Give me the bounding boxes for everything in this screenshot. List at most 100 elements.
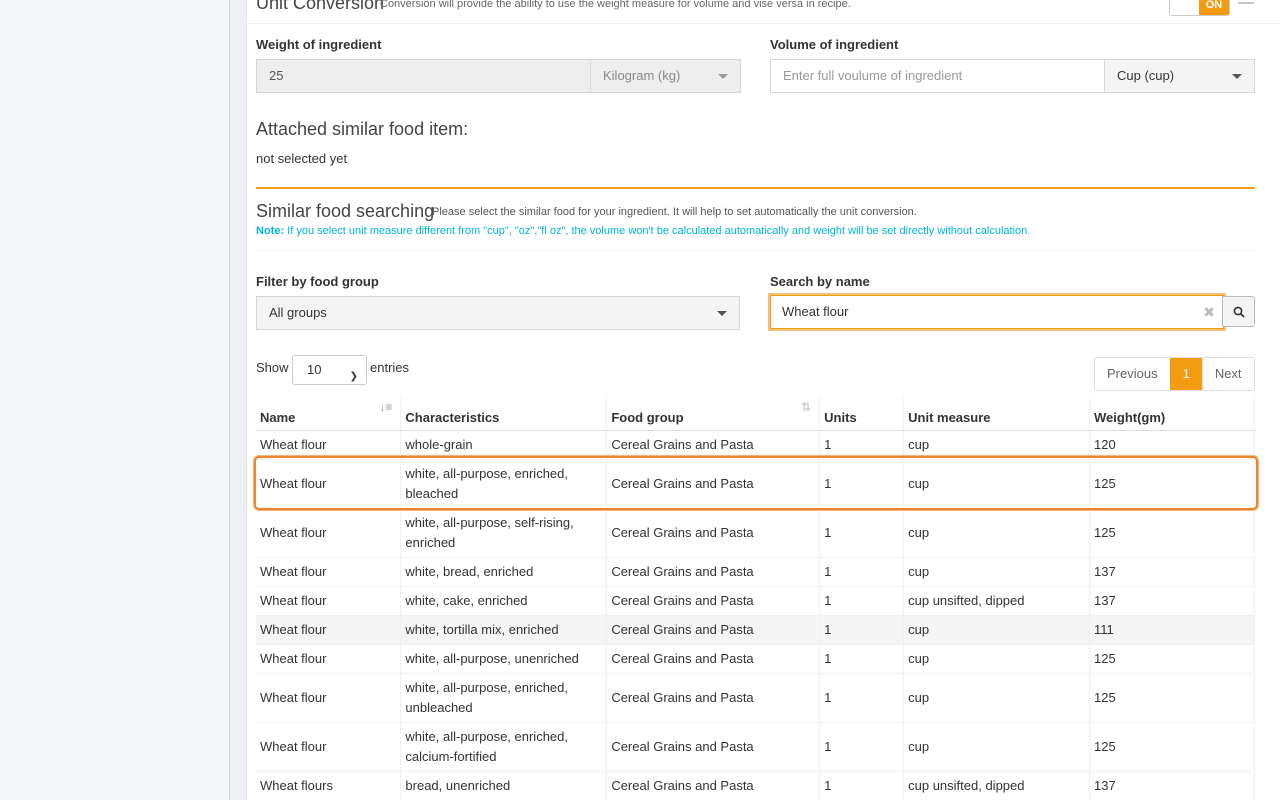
- unit-conversion-subtitle: Conversion will provide the ability to u…: [380, 0, 851, 10]
- search-icon: [1233, 306, 1245, 318]
- chevron-down-icon: [718, 74, 728, 79]
- cell-name: Wheat flours: [256, 770, 402, 800]
- cell-unit-measure: cup: [903, 556, 1091, 586]
- cell-characteristics: white, all-purpose, enriched, bleached: [400, 458, 608, 508]
- volume-unit-value: Cup (cup): [1117, 68, 1175, 83]
- cell-unit-measure: cup: [903, 507, 1091, 557]
- table-row[interactable]: Wheat flour white, all-purpose, enriched,…: [256, 721, 1255, 771]
- column-label: Characteristics: [405, 409, 500, 425]
- column-header-unit-measure[interactable]: Unit measure: [903, 398, 1091, 431]
- cell-name: Wheat flour: [256, 643, 402, 673]
- table-row[interactable]: Wheat flour white, bread, enriched Cereal …: [256, 556, 1255, 586]
- cell-name: Wheat flour: [256, 585, 402, 615]
- cell-units: 1: [819, 507, 905, 557]
- table-row[interactable]: Wheat flour whole-grain Cereal Grains and …: [256, 429, 1255, 459]
- column-header-units[interactable]: Units: [819, 398, 905, 431]
- cell-food-group: Cereal Grains and Pasta: [606, 458, 821, 508]
- cell-food-group: Cereal Grains and Pasta: [606, 672, 821, 722]
- page-1-button[interactable]: 1: [1169, 358, 1202, 390]
- entries-select[interactable]: 10 ❯: [292, 355, 367, 385]
- table-row[interactable]: Wheat flour white, all-purpose, self-risi…: [256, 507, 1255, 557]
- unit-conversion-toggle[interactable]: ON: [1169, 0, 1230, 16]
- similar-hint: Please select the similar food for your …: [432, 206, 917, 218]
- search-button[interactable]: [1222, 296, 1255, 327]
- cell-name: Wheat flour: [256, 672, 402, 722]
- cell-unit-measure: cup: [903, 458, 1091, 508]
- cell-food-group: Cereal Grains and Pasta: [606, 429, 821, 459]
- similar-note: Note: If you select unit measure differe…: [256, 225, 1030, 237]
- column-label: Weight(gm): [1094, 409, 1166, 425]
- similar-food-table: Name ↓≡ Characteristics Food group ⇅ Units…: [256, 398, 1255, 800]
- table-row[interactable]: Wheat flour white, tortilla mix, enriched…: [256, 614, 1255, 644]
- cell-characteristics: white, all-purpose, self-rising, enriche…: [400, 507, 608, 557]
- cell-food-group: Cereal Grains and Pasta: [606, 556, 821, 586]
- cell-unit-measure: cup: [903, 429, 1091, 459]
- cell-characteristics: white, all-purpose, unenriched: [400, 643, 608, 673]
- cell-food-group: Cereal Grains and Pasta: [606, 585, 821, 615]
- divider: [246, 23, 1280, 24]
- weight-input[interactable]: 25: [256, 59, 591, 93]
- cell-weight: 111: [1089, 614, 1255, 644]
- table-row[interactable]: Wheat flour white, all-purpose, unenriche…: [256, 643, 1255, 673]
- cell-weight: 137: [1089, 556, 1255, 586]
- cell-name: Wheat flour: [256, 458, 402, 508]
- note-text: If you select unit measure different fro…: [287, 225, 1031, 237]
- weight-unit-value: Kilogram (kg): [603, 68, 681, 83]
- cell-characteristics: white, all-purpose, enriched, unbleached: [400, 672, 608, 722]
- column-label: Units: [824, 409, 857, 425]
- left-sidebar: [0, 0, 230, 800]
- cell-weight: 137: [1089, 585, 1255, 615]
- chevron-down-icon: ❯: [349, 371, 358, 382]
- cell-unit-measure: cup unsifted, dipped: [903, 770, 1091, 800]
- column-label: Name: [260, 409, 296, 425]
- cell-characteristics: whole-grain: [400, 429, 608, 459]
- next-button[interactable]: Next: [1201, 358, 1254, 390]
- cell-weight: 120: [1089, 429, 1255, 459]
- cell-food-group: Cereal Grains and Pasta: [606, 770, 821, 800]
- cell-units: 1: [819, 672, 905, 722]
- cell-food-group: Cereal Grains and Pasta: [606, 614, 821, 644]
- cell-weight: 125: [1089, 643, 1255, 673]
- table-row[interactable]: Wheat flours bread, unenriched Cereal Grai…: [256, 770, 1255, 800]
- column-header-weight[interactable]: Weight(gm): [1089, 398, 1255, 431]
- volume-unit-select[interactable]: Cup (cup): [1104, 59, 1255, 93]
- unit-conversion-title: Unit Conversion: [256, 0, 385, 13]
- food-group-value: All groups: [269, 305, 327, 320]
- cell-name: Wheat flour: [256, 721, 402, 771]
- table-row[interactable]: Wheat flour white, all-purpose, enriched,…: [256, 458, 1255, 508]
- weight-unit-select[interactable]: Kilogram (kg): [590, 59, 741, 93]
- show-label: Show: [256, 360, 289, 375]
- volume-input[interactable]: Enter full voulume of ingredient: [770, 59, 1105, 93]
- cell-units: 1: [819, 458, 905, 508]
- previous-button[interactable]: Previous: [1095, 358, 1170, 390]
- entries-label: entries: [370, 360, 410, 375]
- column-header-characteristics[interactable]: Characteristics: [400, 398, 608, 431]
- column-header-food-group[interactable]: Food group ⇅: [606, 398, 821, 431]
- cell-characteristics: white, bread, enriched: [400, 556, 608, 586]
- entries-value: 10: [307, 362, 322, 377]
- volume-label: Volume of ingredient: [770, 37, 899, 52]
- clear-icon[interactable]: ✖: [1203, 296, 1215, 328]
- table-row[interactable]: Wheat flour white, all-purpose, enriched,…: [256, 672, 1255, 722]
- chevron-down-icon: [717, 311, 727, 316]
- cell-characteristics: white, tortilla mix, enriched: [400, 614, 608, 644]
- cell-unit-measure: cup: [903, 672, 1091, 722]
- cell-units: 1: [819, 721, 905, 771]
- cell-food-group: Cereal Grains and Pasta: [606, 721, 821, 771]
- column-header-name[interactable]: Name ↓≡: [256, 398, 402, 431]
- cell-name: Wheat flour: [256, 507, 402, 557]
- section-divider: [256, 187, 1255, 189]
- cell-weight: 125: [1089, 721, 1255, 771]
- attached-title: Attached similar food item:: [256, 119, 469, 139]
- filter-label: Filter by food group: [256, 274, 379, 289]
- table-row[interactable]: Wheat flour white, cake, enriched Cereal G…: [256, 585, 1255, 615]
- column-label: Unit measure: [908, 409, 991, 425]
- cell-weight: 125: [1089, 672, 1255, 722]
- food-group-select[interactable]: All groups: [256, 296, 740, 330]
- search-input[interactable]: Wheat flour ✖: [770, 295, 1224, 329]
- cell-characteristics: bread, unenriched: [400, 770, 608, 800]
- cell-name: Wheat flour: [256, 556, 402, 586]
- collapse-minus-icon[interactable]: —: [1238, 0, 1254, 11]
- cell-name: Wheat flour: [256, 429, 402, 459]
- cell-weight: 125: [1089, 458, 1255, 508]
